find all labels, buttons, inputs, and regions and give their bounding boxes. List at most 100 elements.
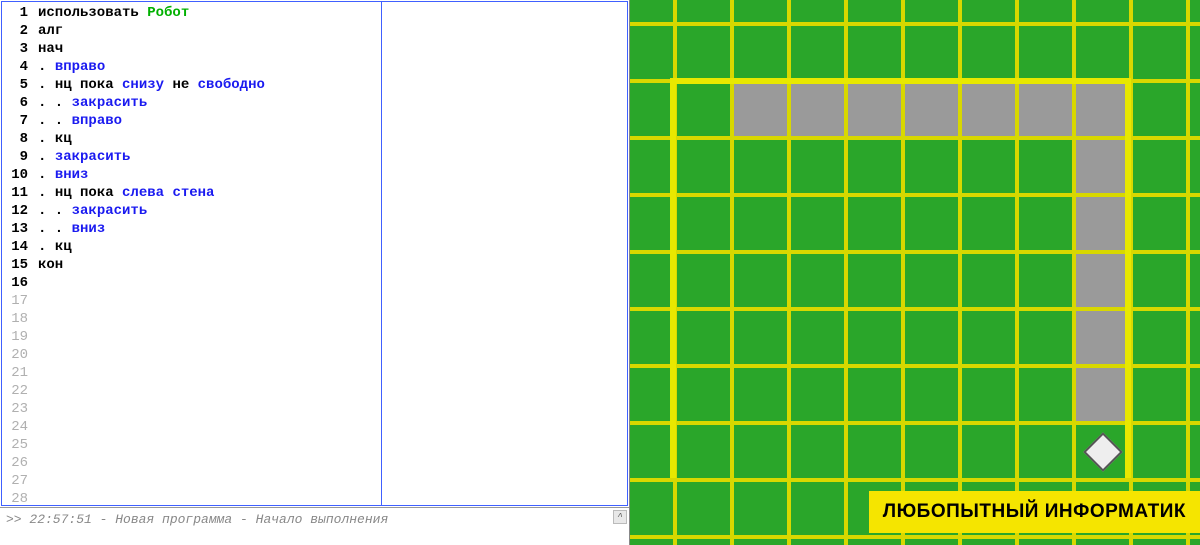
- grid-cell: [675, 423, 732, 480]
- grid-cell: [846, 24, 903, 81]
- grid-cell: [903, 309, 960, 366]
- grid-cell: [1188, 309, 1200, 366]
- grid-cell: [1074, 537, 1131, 545]
- grid-cell: [1188, 195, 1200, 252]
- grid-cell: [675, 24, 732, 81]
- grid-cell: [846, 0, 903, 24]
- grid-cell: [1017, 309, 1074, 366]
- grid-cell: [789, 309, 846, 366]
- grid-cell: [789, 138, 846, 195]
- grid-cell: [1131, 423, 1188, 480]
- scroll-up-icon[interactable]: ^: [613, 510, 627, 524]
- grid-cell: [789, 423, 846, 480]
- grid-cell: [630, 0, 675, 24]
- editor-wrap: 1234567891011121314151617181920212223242…: [0, 0, 630, 545]
- grid-cell: [1131, 24, 1188, 81]
- grid-cell: [675, 138, 732, 195]
- grid-cell: [960, 537, 1017, 545]
- grid-cell: [1017, 195, 1074, 252]
- grid-cell: [960, 138, 1017, 195]
- grid-cell: [630, 480, 675, 537]
- grid-cell: [1188, 252, 1200, 309]
- grid-cell: [1131, 252, 1188, 309]
- grid-cell: [732, 423, 789, 480]
- grid-cell: [675, 366, 732, 423]
- grid-cell: [675, 81, 732, 138]
- grid-cell: [675, 195, 732, 252]
- grid-cell: [846, 423, 903, 480]
- grid-cell: [1017, 252, 1074, 309]
- grid-cell: [675, 480, 732, 537]
- grid-cell: [789, 537, 846, 545]
- grid-cell: [903, 138, 960, 195]
- grid-cell: [903, 252, 960, 309]
- grid-cell: [789, 24, 846, 81]
- grid-cell: [1017, 423, 1074, 480]
- grid-cell: [1188, 537, 1200, 545]
- grid-cell: [1074, 309, 1131, 366]
- grid-cell: [1017, 366, 1074, 423]
- grid-cell: [903, 366, 960, 423]
- grid-cell: [960, 81, 1017, 138]
- grid-cell: [1074, 81, 1131, 138]
- grid-cell: [630, 423, 675, 480]
- grid-cell: [903, 195, 960, 252]
- grid-cell: [846, 138, 903, 195]
- grid-cell: [732, 480, 789, 537]
- grid-cell: [1017, 537, 1074, 545]
- grid-cell: [732, 81, 789, 138]
- grid-cell: [903, 537, 960, 545]
- side-pane: [382, 2, 627, 505]
- grid-cell: [675, 0, 732, 24]
- grid-cell: [789, 480, 846, 537]
- grid-cell: [1131, 81, 1188, 138]
- grid-cell: [732, 309, 789, 366]
- grid-cell: [1131, 138, 1188, 195]
- grid-cell: [1074, 24, 1131, 81]
- editor-panes: 1234567891011121314151617181920212223242…: [1, 1, 628, 506]
- grid-cell: [1188, 366, 1200, 423]
- code-pane[interactable]: 1234567891011121314151617181920212223242…: [2, 2, 382, 505]
- code-area[interactable]: использовать Роботалгнач. вправо. нц пок…: [34, 2, 381, 505]
- grid-cell: [789, 195, 846, 252]
- grid-cell: [630, 366, 675, 423]
- grid-cell: [1017, 24, 1074, 81]
- main-area: 1234567891011121314151617181920212223242…: [0, 0, 1200, 545]
- grid-cell: [675, 537, 732, 545]
- grid-cell: [1131, 195, 1188, 252]
- grid-cell: [1188, 81, 1200, 138]
- watermark-badge: ЛЮБОПЫТНЫЙ ИНФОРМАТИК: [869, 491, 1200, 533]
- grid-cell: [846, 366, 903, 423]
- grid-cell: [960, 0, 1017, 24]
- grid-cell: [630, 195, 675, 252]
- grid-cell: [1188, 24, 1200, 81]
- grid-cell: [846, 252, 903, 309]
- grid-cell: [1074, 138, 1131, 195]
- grid-cell: [1074, 252, 1131, 309]
- robot-panel[interactable]: ЛЮБОПЫТНЫЙ ИНФОРМАТИК: [630, 0, 1200, 545]
- console[interactable]: >> 22:57:51 - Новая программа - Начало в…: [0, 507, 629, 545]
- grid-cell: [1074, 195, 1131, 252]
- grid-cell: [1017, 138, 1074, 195]
- line-gutter: 1234567891011121314151617181920212223242…: [2, 2, 34, 505]
- grid-cell: [960, 366, 1017, 423]
- grid-cell: [630, 81, 675, 138]
- grid-cell: [960, 195, 1017, 252]
- grid-cell: [960, 24, 1017, 81]
- grid-cell: [675, 252, 732, 309]
- grid-cell: [732, 366, 789, 423]
- grid-cell: [846, 81, 903, 138]
- grid-cell: [732, 0, 789, 24]
- wall: [670, 78, 1130, 84]
- grid-cell: [630, 24, 675, 81]
- grid-cell: [630, 252, 675, 309]
- grid-cell: [903, 24, 960, 81]
- console-line: >> 22:57:51 - Новая программа - Начало в…: [6, 512, 623, 527]
- grid-cell: [960, 423, 1017, 480]
- grid-cell: [1017, 0, 1074, 24]
- grid-cell: [732, 24, 789, 81]
- wall: [1125, 78, 1131, 478]
- grid-cell: [960, 252, 1017, 309]
- wall: [670, 78, 676, 478]
- grid-cell: [732, 252, 789, 309]
